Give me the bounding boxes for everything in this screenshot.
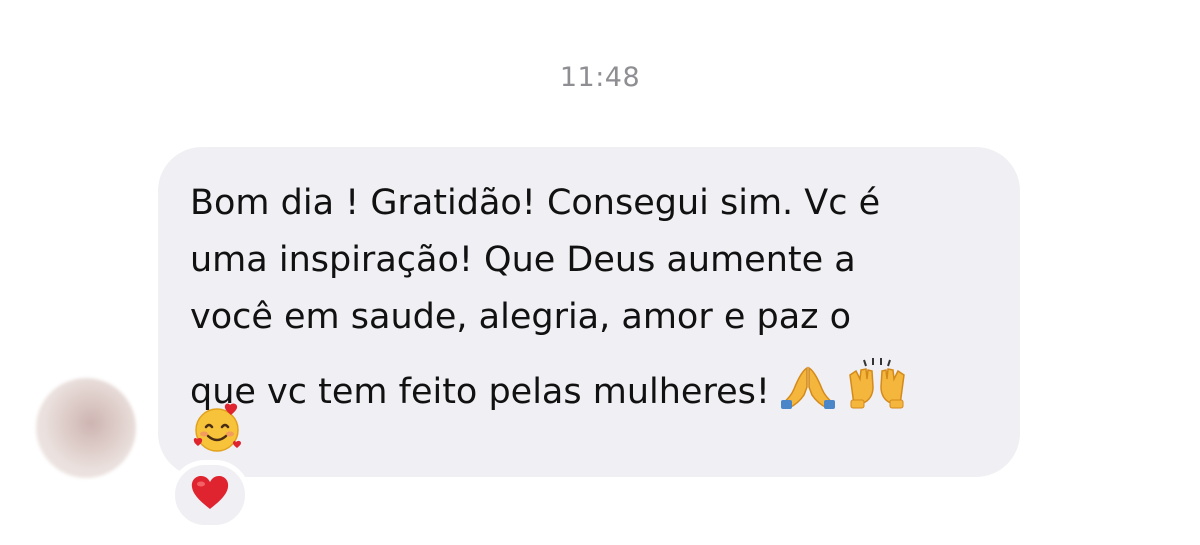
folded-hands-icon xyxy=(780,365,836,416)
smiling-face-with-hearts-icon xyxy=(190,401,244,459)
chat-view: 11:48 Bom dia ! Gratidão! Consegui sim. … xyxy=(0,0,1200,545)
message-line: você em saude, alegria, amor e paz o xyxy=(190,297,852,337)
message-bubble[interactable]: Bom dia ! Gratidão! Consegui sim. Vc é u… xyxy=(158,147,1020,477)
message-line-text: que vc tem feito pelas mulheres! xyxy=(190,372,770,412)
message-line: uma inspiração! Que Deus aumente a xyxy=(190,240,856,280)
message-line-with-emojis: que vc tem feito pelas mulheres! xyxy=(190,357,908,416)
message-line: Bom dia ! Gratidão! Consegui sim. Vc é xyxy=(190,183,881,223)
reaction-badge[interactable] xyxy=(170,460,250,530)
message-timestamp: 11:48 xyxy=(559,62,641,93)
heart-icon xyxy=(190,475,230,515)
raising-hands-icon xyxy=(846,357,908,416)
avatar[interactable] xyxy=(36,378,136,478)
